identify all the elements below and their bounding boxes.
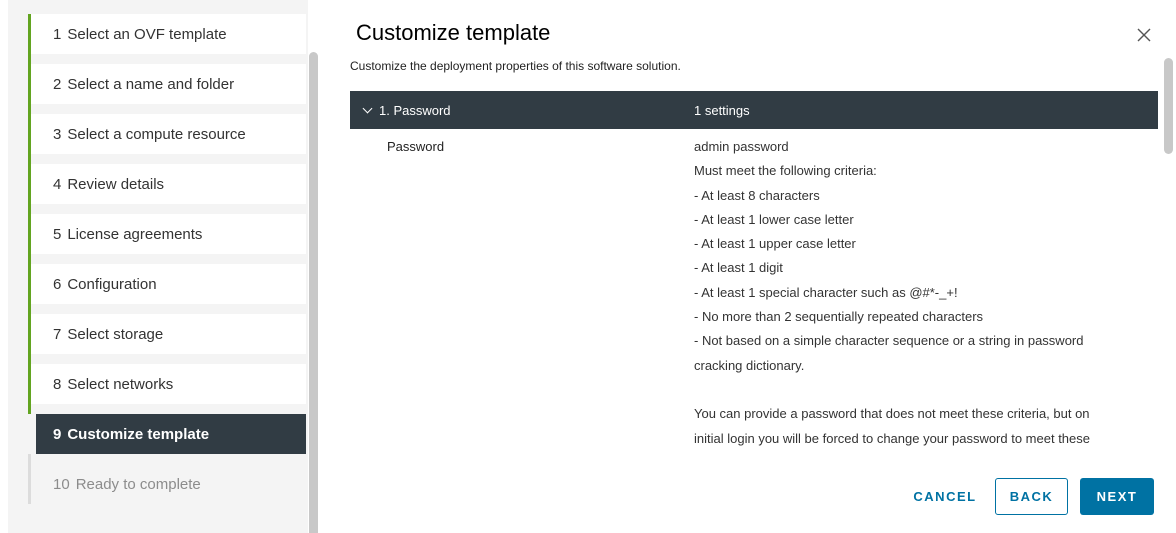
desc-line: admin password [694,139,789,154]
group-name: 1. Password [350,103,694,118]
desc-line: - At least 1 lower case letter [694,211,854,227]
page-title: Customize template [356,20,551,45]
desc-line: cracking dictionary. [694,357,805,373]
step-number: 9 [53,425,62,443]
back-button[interactable]: BACK [995,478,1068,515]
wizard-step-5[interactable]: 5 License agreements [28,206,306,264]
desc-line: - At least 1 special character such as @… [694,284,958,300]
main-content: Customize template Customize the deploym… [350,0,1176,533]
wizard-nav: 1 Select an OVF template 2 Select a name… [0,0,322,533]
step-number: 5 [53,225,62,243]
desc-line: - At least 1 digit [694,260,783,276]
page-subtitle: Customize the deployment properties of t… [350,59,681,73]
step-label: Select a name and folder [67,75,235,93]
content-scrollbar[interactable] [1164,58,1173,154]
wizard-step-9-current[interactable]: 9 Customize template [36,414,306,454]
wizard-step-10: 10 Ready to complete [28,454,306,504]
wizard-step-2[interactable]: 2 Select a name and folder [28,56,306,114]
properties-panel: 1. Password 1 settings Password admin pa… [350,91,1158,453]
desc-line: Must meet the following criteria: [694,163,877,179]
property-group-header[interactable]: 1. Password 1 settings [350,91,1158,129]
step-number: 1 [53,25,62,43]
wizard-step-4[interactable]: 4 Review details [28,156,306,214]
next-button[interactable]: NEXT [1080,478,1154,515]
step-label: Select storage [67,325,164,343]
step-label: Customize template [67,425,210,443]
step-number: 10 [53,475,70,493]
step-label: Ready to complete [75,475,201,493]
desc-line: initial login you will be forced to chan… [694,430,1090,446]
step-number: 3 [53,125,62,143]
property-row: Password admin password Must meet the fo… [350,129,1158,451]
desc-line [694,378,1158,402]
wizard-step-7[interactable]: 7 Select storage [28,306,306,364]
step-label: Select a compute resource [67,125,246,143]
step-number: 6 [53,275,62,293]
step-label: License agreements [67,225,203,243]
wizard-step-8[interactable]: 8 Select networks [28,356,306,414]
desc-line: You can provide a password that does not… [694,406,1090,422]
step-number: 2 [53,75,62,93]
group-settings-count: 1 settings [694,102,750,118]
desc-line: - No more than 2 sequentially repeated c… [694,309,984,325]
property-label: Password [387,139,445,154]
group-name-text: 1. Password [379,102,451,118]
step-number: 4 [53,175,62,193]
wizard-step-6[interactable]: 6 Configuration [28,256,306,314]
step-label: Select an OVF template [67,25,227,43]
wizard-step-3[interactable]: 3 Select a compute resource [28,106,306,164]
desc-line: - At least 8 characters [694,187,820,203]
close-icon[interactable] [1133,24,1155,46]
step-label: Configuration [67,275,157,293]
step-number: 8 [53,375,62,393]
step-label: Select networks [67,375,174,393]
step-number: 7 [53,325,62,343]
wizard-step-1[interactable]: 1 Select an OVF template [28,14,306,64]
wizard-steps: 1 Select an OVF template 2 Select a name… [28,14,306,514]
desc-line: - At least 1 upper case letter [694,236,856,252]
step-label: Review details [67,175,165,193]
desc-line: - Not based on a simple character sequen… [694,333,1084,349]
cancel-button[interactable]: CANCEL [910,478,980,515]
nav-scrollbar[interactable] [309,52,318,533]
property-description: admin password Must meet the following c… [694,135,1158,451]
chevron-down-icon [362,103,373,113]
